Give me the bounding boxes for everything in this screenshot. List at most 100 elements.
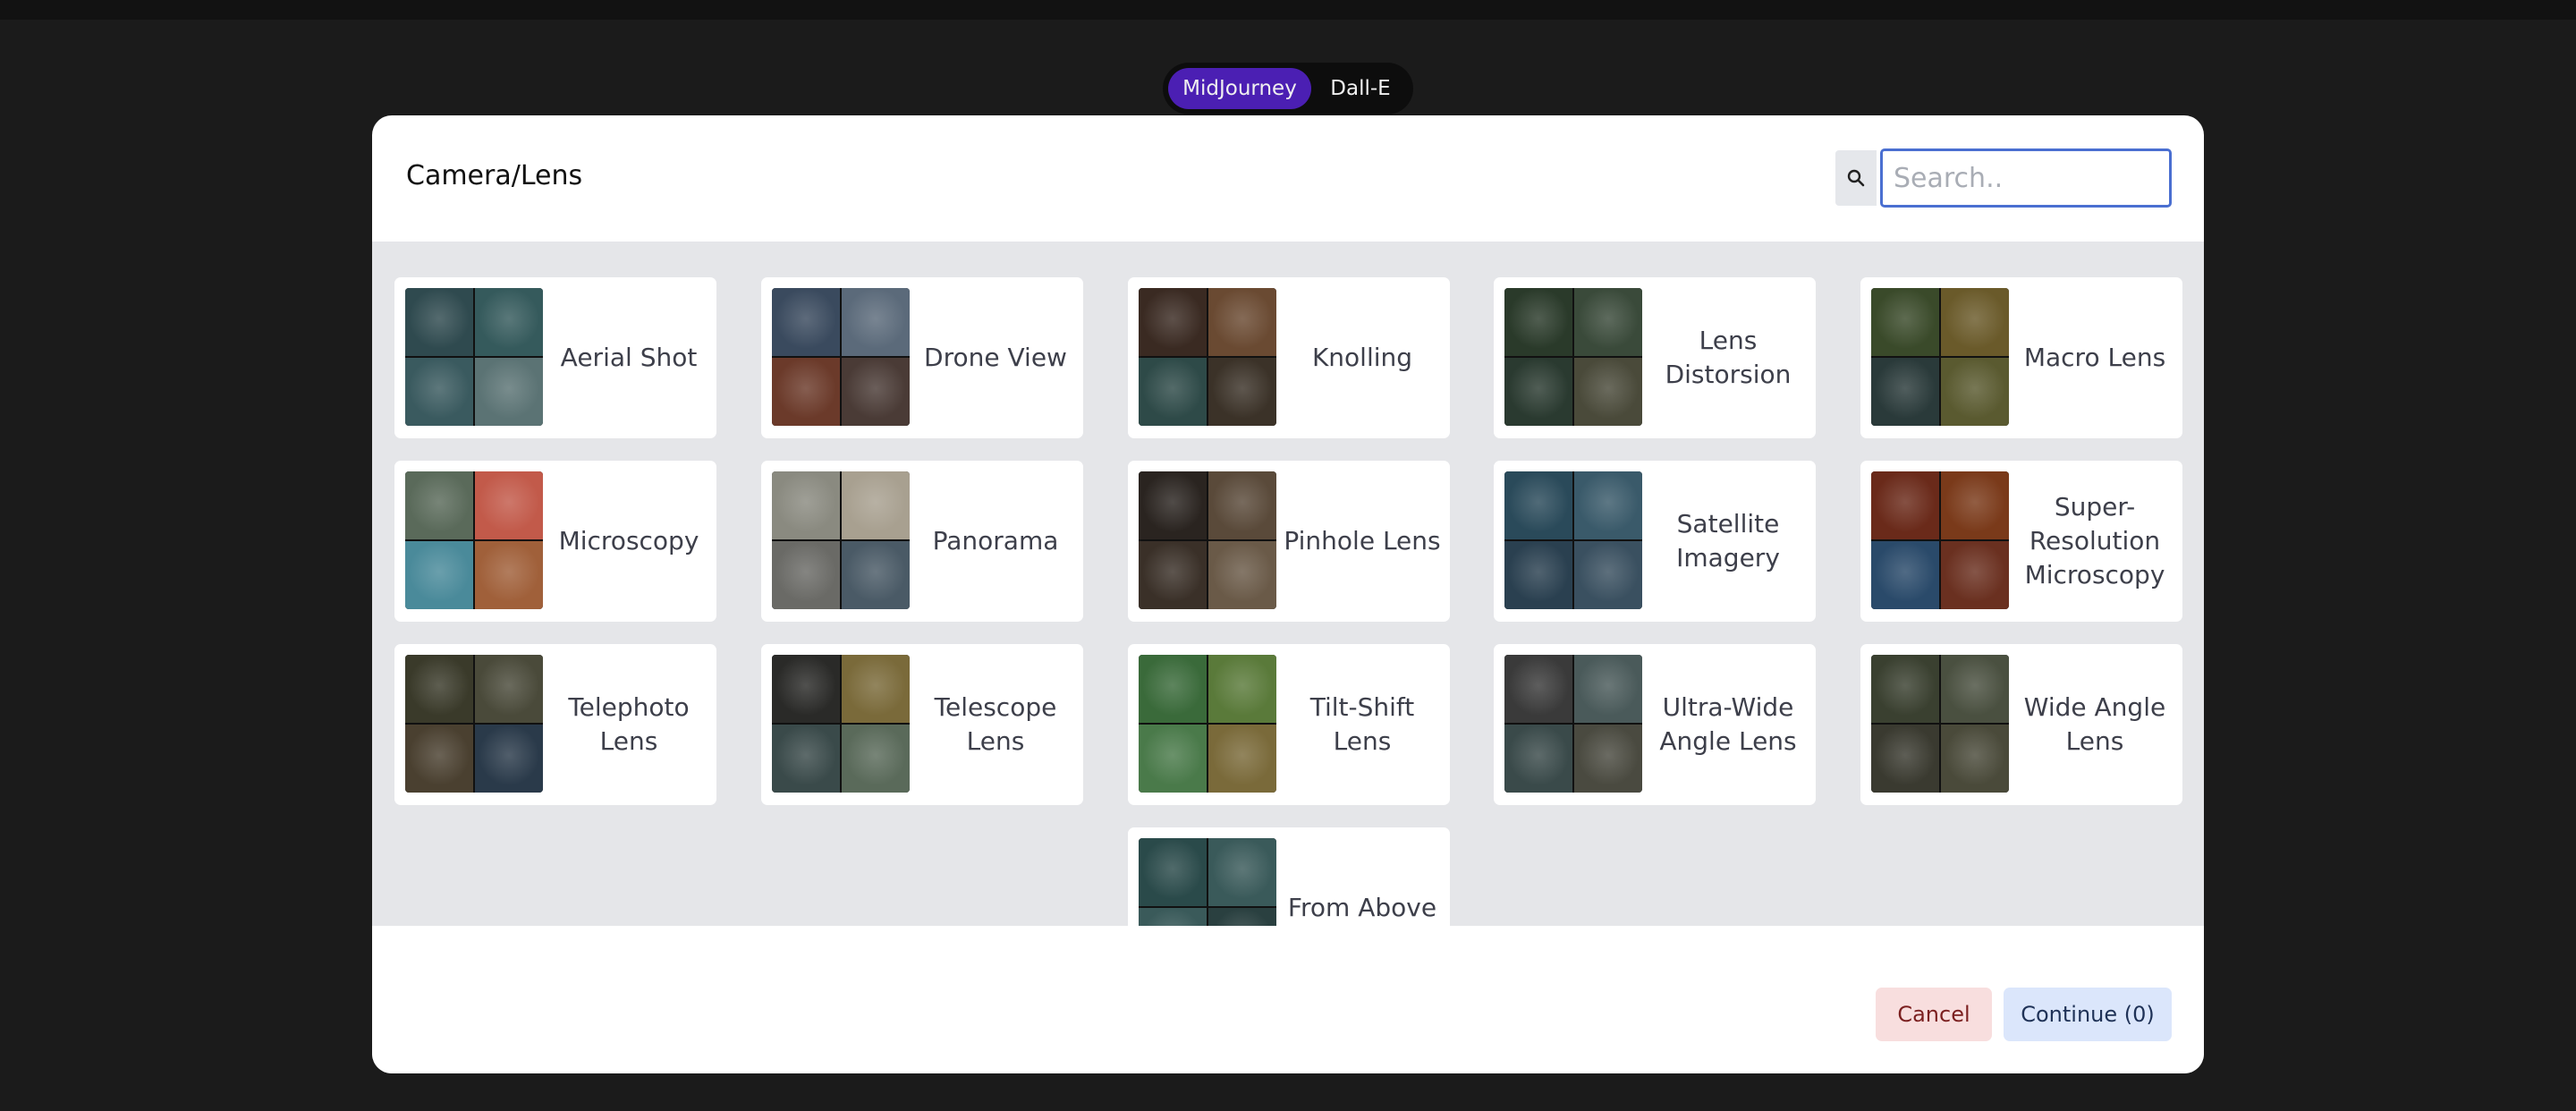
thumbnail-tile — [1871, 655, 1939, 723]
option-label: Knolling — [1311, 343, 1413, 372]
option-label: From Above — [1287, 893, 1437, 922]
toggle-dall-e[interactable]: Dall-E — [1313, 68, 1408, 109]
option-card[interactable]: Aerial Shot — [394, 277, 716, 438]
thumbnail-tile — [1504, 471, 1572, 539]
option-thumbnail — [405, 471, 543, 609]
thumbnail-tile — [475, 358, 543, 426]
thumbnail-tile — [772, 288, 840, 356]
option-card[interactable]: Knolling — [1128, 277, 1450, 438]
option-card[interactable]: Lens Distorsion — [1494, 277, 1816, 438]
thumbnail-tile — [1871, 471, 1939, 539]
option-card[interactable]: Super-Resolution Microscopy — [1860, 461, 2182, 622]
thumbnail-tile — [842, 358, 910, 426]
option-label: Tilt-Shift Lens — [1309, 692, 1415, 756]
thumbnail-tile — [1504, 358, 1572, 426]
option-card[interactable]: Pinhole Lens — [1128, 461, 1450, 622]
option-thumbnail — [772, 288, 910, 426]
option-label: Telephoto Lens — [568, 692, 690, 756]
thumbnail-tile — [1504, 541, 1572, 609]
thumbnail-tile — [1941, 471, 2009, 539]
search-icon — [1835, 150, 1877, 206]
option-card[interactable]: Macro Lens — [1860, 277, 2182, 438]
toggle-midjourney[interactable]: MidJourney — [1168, 68, 1311, 109]
thumbnail-tile — [1139, 838, 1207, 906]
thumbnail-tile — [1574, 655, 1642, 723]
thumbnail-tile — [475, 655, 543, 723]
option-thumbnail — [1871, 471, 2009, 609]
thumbnail-tile — [842, 725, 910, 793]
option-thumbnail — [1139, 288, 1276, 426]
thumbnail-tile — [1504, 655, 1572, 723]
option-label: Panorama — [932, 526, 1059, 556]
thumbnail-tile — [1871, 358, 1939, 426]
thumbnail-tile — [1208, 541, 1276, 609]
thumbnail-tile — [1574, 471, 1642, 539]
thumbnail-tile — [842, 541, 910, 609]
thumbnail-tile — [1208, 288, 1276, 356]
option-thumbnail — [1139, 838, 1276, 926]
option-label: Drone View — [924, 343, 1067, 372]
thumbnail-tile — [1574, 358, 1642, 426]
thumbnail-tile — [1208, 358, 1276, 426]
option-thumbnail — [1139, 655, 1276, 793]
option-card[interactable]: Microscopy — [394, 461, 716, 622]
thumbnail-tile — [1871, 288, 1939, 356]
thumbnail-tile — [842, 471, 910, 539]
option-card[interactable]: Ultra-Wide Angle Lens — [1494, 644, 1816, 805]
option-label: Ultra-Wide Angle Lens — [1659, 692, 1797, 756]
option-card[interactable]: From Above — [1128, 827, 1450, 926]
option-label: Pinhole Lens — [1284, 526, 1441, 556]
option-thumbnail — [1871, 655, 2009, 793]
option-card[interactable]: Tilt-Shift Lens — [1128, 644, 1450, 805]
option-card[interactable]: Wide Angle Lens — [1860, 644, 2182, 805]
option-thumbnail — [405, 655, 543, 793]
option-thumbnail — [1504, 471, 1642, 609]
thumbnail-tile — [475, 541, 543, 609]
option-card[interactable]: Drone View — [761, 277, 1083, 438]
option-label: Macro Lens — [2023, 343, 2166, 372]
camera-lens-modal: Camera/Lens Aerial Shot Drone View Knollin… — [372, 115, 2204, 1073]
thumbnail-tile — [1574, 541, 1642, 609]
thumbnail-tile — [772, 471, 840, 539]
model-toggle: MidJourney Dall-E — [1163, 63, 1413, 114]
thumbnail-tile — [772, 358, 840, 426]
thumbnail-tile — [1941, 655, 2009, 723]
thumbnail-tile — [1871, 541, 1939, 609]
thumbnail-tile — [1139, 358, 1207, 426]
option-label: Microscopy — [558, 526, 699, 556]
thumbnail-tile — [405, 541, 473, 609]
thumbnail-tile — [405, 471, 473, 539]
thumbnail-tile — [772, 541, 840, 609]
continue-button[interactable]: Continue (0) — [2004, 988, 2172, 1041]
thumbnail-tile — [475, 288, 543, 356]
option-card[interactable]: Telephoto Lens — [394, 644, 716, 805]
option-card[interactable]: Panorama — [761, 461, 1083, 622]
option-label: Aerial Shot — [560, 343, 698, 372]
option-thumbnail — [772, 655, 910, 793]
option-thumbnail — [1504, 288, 1642, 426]
option-label: Lens Distorsion — [1665, 326, 1792, 389]
thumbnail-tile — [1139, 725, 1207, 793]
thumbnail-tile — [1871, 725, 1939, 793]
thumbnail-tile — [1504, 288, 1572, 356]
option-card[interactable]: Satellite Imagery — [1494, 461, 1816, 622]
option-thumbnail — [1871, 288, 2009, 426]
option-card[interactable]: Telescope Lens — [761, 644, 1083, 805]
thumbnail-tile — [1574, 288, 1642, 356]
thumbnail-tile — [842, 655, 910, 723]
thumbnail-tile — [1941, 358, 2009, 426]
cancel-button[interactable]: Cancel — [1876, 988, 1992, 1041]
thumbnail-tile — [405, 655, 473, 723]
thumbnail-tile — [772, 655, 840, 723]
modal-title: Camera/Lens — [406, 160, 583, 191]
thumbnail-tile — [1139, 471, 1207, 539]
search-input[interactable] — [1880, 148, 2172, 208]
thumbnail-tile — [475, 725, 543, 793]
thumbnail-tile — [772, 725, 840, 793]
option-label: Wide Angle Lens — [2023, 692, 2166, 756]
thumbnail-tile — [405, 358, 473, 426]
option-thumbnail — [1139, 471, 1276, 609]
thumbnail-tile — [1574, 725, 1642, 793]
modal-footer: Cancel Continue (0) — [372, 926, 2204, 1073]
top-bar — [0, 0, 2576, 20]
